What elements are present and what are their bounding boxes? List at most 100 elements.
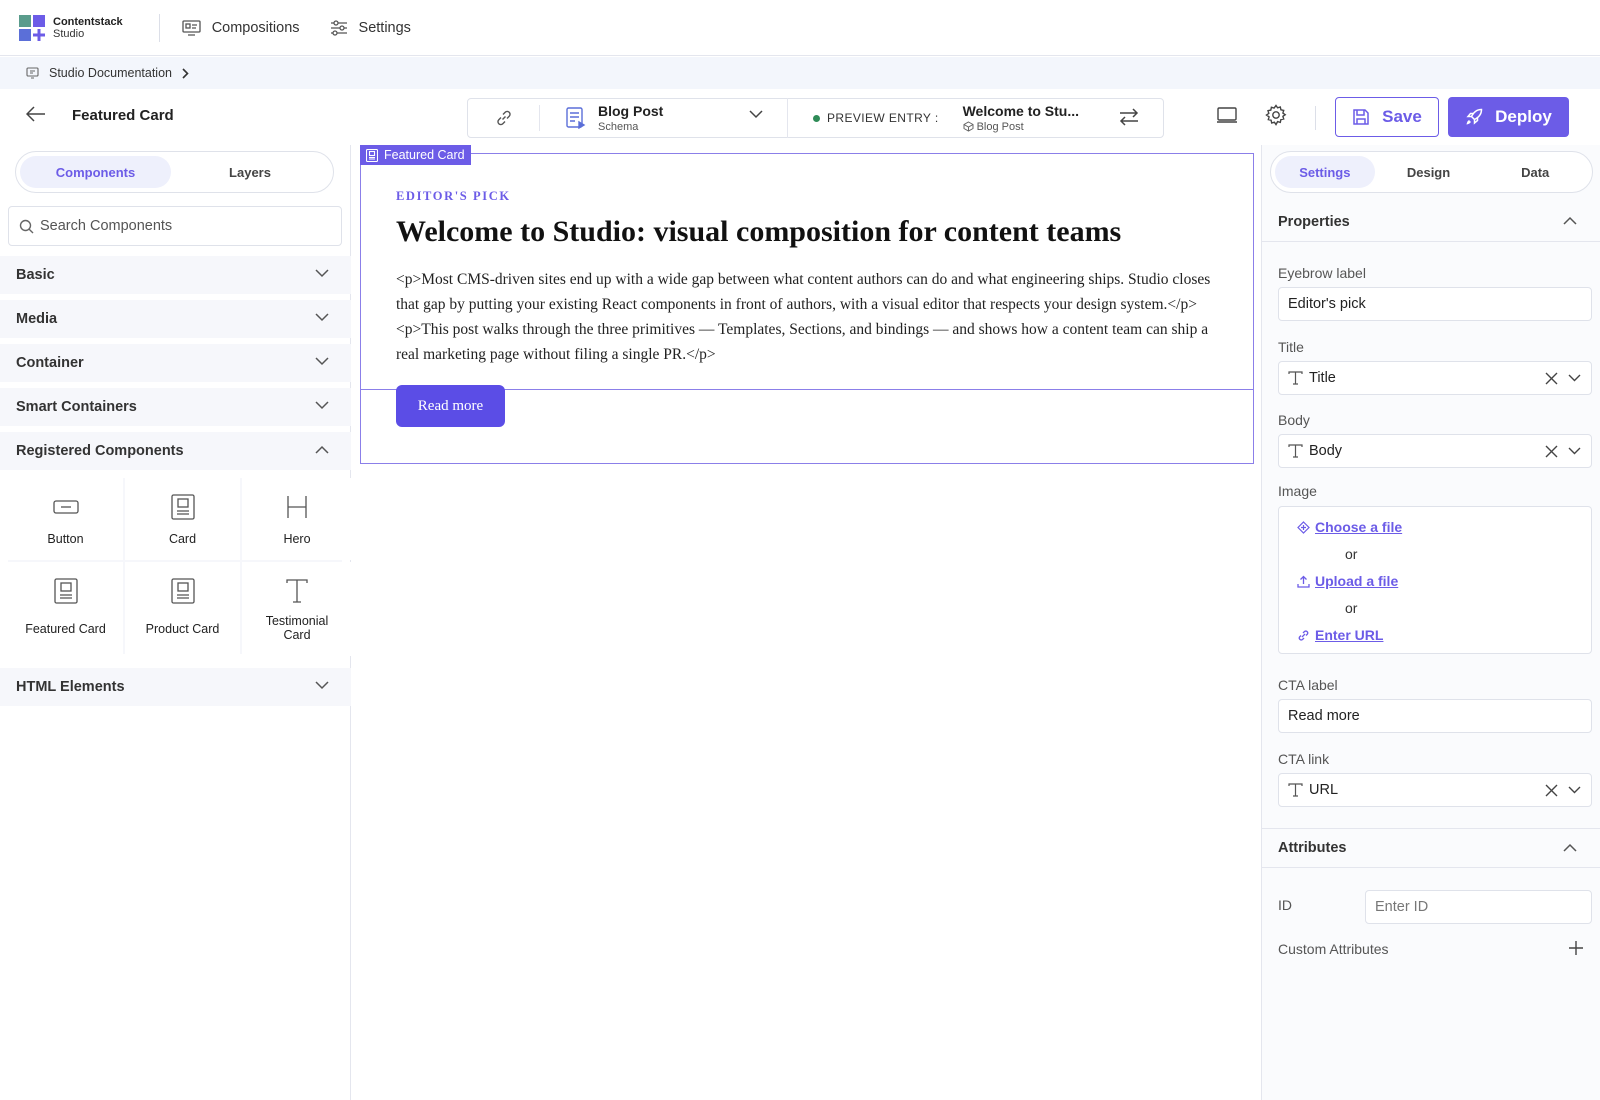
schema-preview-bar: Blog Post Schema PREVIEW ENTRY : Welcome… <box>467 98 1164 138</box>
logo[interactable]: Contentstack Studio <box>19 14 123 41</box>
enter-url-label: Enter URL <box>1315 627 1384 643</box>
category-label: Smart Containers <box>16 399 137 415</box>
cta-link-binding-value: URL <box>1309 782 1339 798</box>
close-icon[interactable] <box>1545 784 1558 797</box>
body-binding-field[interactable]: Body <box>1278 434 1592 468</box>
component-tile-hero[interactable]: Hero <box>242 478 352 560</box>
card-cta-button[interactable]: Read more <box>396 385 505 427</box>
breadcrumb[interactable]: Studio Documentation <box>0 57 1600 89</box>
save-icon <box>1353 109 1369 125</box>
category-registered-components[interactable]: Registered Components <box>0 432 351 470</box>
attributes-section-header[interactable]: Attributes <box>1262 828 1600 868</box>
content-type-icon <box>963 121 974 132</box>
nav-settings[interactable]: Settings <box>330 20 411 36</box>
chevron-down-icon[interactable] <box>1568 786 1581 794</box>
custom-attributes-label: Custom Attributes <box>1278 941 1389 957</box>
chevron-down-icon <box>315 401 329 410</box>
chevron-down-icon <box>315 681 329 690</box>
editor-toolbar: Featured Card Blog Post Schema PREVIEW E… <box>0 89 1600 145</box>
editor-canvas[interactable]: Featured Card EDITOR'S PICK Welcome to S… <box>352 145 1261 1100</box>
entry-subtitle: Blog Post <box>976 120 1024 133</box>
save-button[interactable]: Save <box>1335 97 1439 137</box>
component-tile-card[interactable]: Card <box>125 478 240 560</box>
selected-component-label: Featured Card <box>384 148 465 162</box>
search-components-input[interactable]: Search Components <box>8 206 342 246</box>
nav-compositions[interactable]: Compositions <box>182 20 300 36</box>
schema-subtitle: Schema <box>598 120 639 133</box>
link-button[interactable] <box>468 105 540 131</box>
component-label: Product Card <box>145 622 220 636</box>
eyebrow-input[interactable]: Editor's pick <box>1278 287 1592 321</box>
selected-component-tag[interactable]: Featured Card <box>360 145 471 165</box>
eyebrow-value: Editor's pick <box>1288 296 1366 312</box>
nav-settings-label: Settings <box>358 19 411 36</box>
id-input[interactable]: Enter ID <box>1365 890 1592 924</box>
settings-button[interactable] <box>1264 103 1288 127</box>
rocket-icon <box>1466 108 1483 125</box>
preview-entry-label: PREVIEW ENTRY : <box>827 111 939 125</box>
schema-selector[interactable]: Blog Post Schema <box>540 98 788 138</box>
cta-link-binding-field[interactable]: URL <box>1278 773 1592 807</box>
category-media[interactable]: Media <box>0 300 351 338</box>
back-button[interactable] <box>26 106 46 122</box>
preview-entry[interactable]: PREVIEW ENTRY : Welcome to Stu... Blog P… <box>788 98 1163 138</box>
category-label: HTML Elements <box>16 679 125 695</box>
deploy-label: Deploy <box>1495 107 1552 126</box>
component-label: Button <box>47 532 84 546</box>
chevron-down-icon[interactable] <box>1568 374 1581 382</box>
component-tile-product-card[interactable]: Product Card <box>125 562 240 656</box>
component-tile-featured-card[interactable]: Featured Card <box>8 562 123 656</box>
text-type-icon <box>1288 444 1303 458</box>
tab-design[interactable]: Design <box>1375 156 1483 188</box>
id-placeholder: Enter ID <box>1375 899 1429 915</box>
component-tile-testimonial-card[interactable]: Testimonial Card <box>242 562 352 656</box>
cta-label-label: CTA label <box>1278 677 1338 693</box>
swap-entry-button[interactable] <box>1118 107 1140 127</box>
button-icon <box>52 500 79 514</box>
image-label: Image <box>1278 483 1317 499</box>
toolbar-divider <box>1315 106 1316 130</box>
card-body[interactable]: <p>Most CMS-driven sites end up with a w… <box>396 267 1216 367</box>
tab-settings[interactable]: Settings <box>1275 156 1375 188</box>
cta-label-input[interactable]: Read more <box>1278 699 1592 733</box>
device-preview-button[interactable] <box>1216 105 1238 125</box>
status-dot <box>813 114 820 122</box>
close-icon[interactable] <box>1545 372 1558 385</box>
enter-url-link[interactable]: Enter URL <box>1297 627 1383 643</box>
entry-title: Welcome to Stu... <box>962 102 1080 119</box>
tab-layers[interactable]: Layers <box>171 156 329 188</box>
page-title: Featured Card <box>72 107 174 124</box>
card-headline[interactable]: Welcome to Studio: visual composition fo… <box>396 215 1121 249</box>
schema-title: Blog Post <box>598 102 664 119</box>
card-eyebrow[interactable]: EDITOR'S PICK <box>396 189 511 204</box>
eyebrow-label: Eyebrow label <box>1278 265 1366 281</box>
body-binding-value: Body <box>1309 443 1343 459</box>
close-icon[interactable] <box>1545 445 1558 458</box>
image-picker: Choose a file or Upload a file or Enter … <box>1278 506 1592 654</box>
category-container[interactable]: Container <box>0 344 351 382</box>
properties-section-header[interactable]: Properties <box>1262 202 1600 242</box>
chevron-up-icon <box>1563 216 1577 225</box>
tab-components[interactable]: Components <box>20 156 172 188</box>
title-binding-field[interactable]: Title <box>1278 361 1592 395</box>
card-icon <box>366 148 378 162</box>
chevron-right-icon <box>182 67 189 79</box>
link-icon <box>1298 629 1309 641</box>
card-icon <box>170 494 195 520</box>
deploy-button[interactable]: Deploy <box>1448 97 1569 137</box>
choose-file-link[interactable]: Choose a file <box>1297 519 1402 535</box>
component-label: Card <box>168 532 197 546</box>
upload-file-label: Upload a file <box>1315 573 1399 589</box>
logo-subtitle: Studio <box>53 27 85 40</box>
upload-file-link[interactable]: Upload a file <box>1297 573 1398 589</box>
chevron-down-icon[interactable] <box>1568 447 1581 455</box>
category-html-elements[interactable]: HTML Elements <box>0 668 351 706</box>
category-smart-containers[interactable]: Smart Containers <box>0 388 351 426</box>
category-basic[interactable]: Basic <box>0 256 351 294</box>
swap-icon <box>1119 108 1139 126</box>
tab-data[interactable]: Data <box>1482 156 1588 188</box>
component-tile-button[interactable]: Button <box>8 478 123 560</box>
top-navigation: Contentstack Studio Compositions Setting… <box>0 0 1600 56</box>
add-custom-attribute-button[interactable] <box>1568 940 1584 956</box>
upload-icon <box>1297 575 1310 588</box>
